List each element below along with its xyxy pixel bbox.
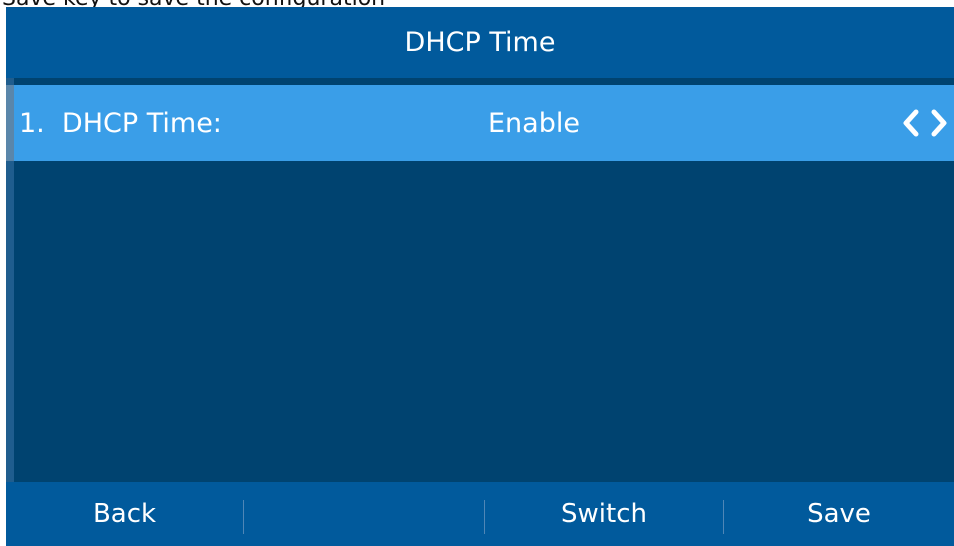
switch-softkey[interactable]: Switch <box>485 482 723 546</box>
back-softkey[interactable]: Back <box>6 482 243 546</box>
scrollbar-thumb[interactable] <box>6 85 14 161</box>
list-item-dhcp-time[interactable]: 1. DHCP Time: Enable <box>14 85 954 161</box>
row-label: 1. DHCP Time: <box>19 107 222 139</box>
empty-softkey[interactable] <box>244 482 484 546</box>
save-softkey[interactable]: Save <box>724 482 954 546</box>
page-title: DHCP Time <box>404 27 556 58</box>
phone-screen: DHCP Time 1. DHCP Time: Enable Back Swit… <box>6 7 954 546</box>
value-arrows[interactable] <box>900 85 950 161</box>
chevron-left-icon[interactable] <box>900 108 922 138</box>
chevron-right-icon[interactable] <box>928 108 950 138</box>
row-value[interactable]: Enable <box>488 85 580 161</box>
title-bar: DHCP Time <box>6 7 954 78</box>
softkey-bar: Back Switch Save <box>6 482 954 546</box>
scrollbar[interactable] <box>6 78 14 482</box>
